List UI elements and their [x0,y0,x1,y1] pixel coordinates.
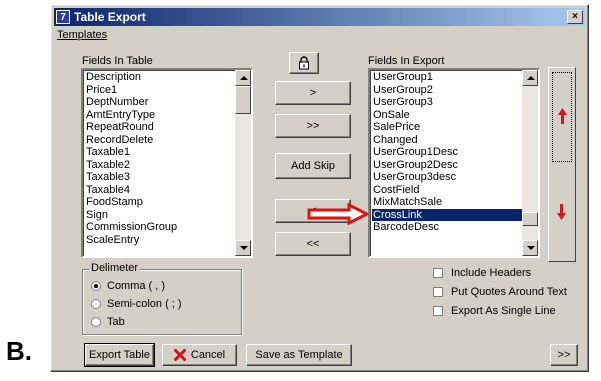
export-list-scrollbar[interactable] [522,70,538,256]
export-table-button[interactable]: Export Table [84,343,155,367]
list-item[interactable]: Taxable2 [85,159,251,172]
list-item[interactable]: CostField [372,184,538,197]
list-item[interactable]: BarcodeDesc [372,221,538,234]
cancel-label: Cancel [190,349,226,361]
checkbox[interactable] [433,287,443,297]
list-item[interactable]: MixMatchSale [372,196,538,209]
list-item[interactable]: ScaleEntry [85,234,251,247]
list-item[interactable]: RepeatRound [85,121,251,134]
list-item[interactable]: UserGroup1 [372,71,538,84]
radio-button[interactable] [91,317,101,327]
annotation-arrow-icon [307,203,369,225]
table-list-scrollbar[interactable] [235,70,251,256]
list-item[interactable]: Sign [85,209,251,222]
app-icon: 7 [56,10,70,24]
move-down-button[interactable] [552,168,572,256]
list-item[interactable]: UserGroup3 [372,96,538,109]
list-item[interactable]: FoodStamp [85,196,251,209]
add-all-fields-button[interactable]: >> [275,114,351,138]
more-options-button[interactable]: >> [550,344,578,366]
list-item[interactable]: DeptNumber [85,96,251,109]
fields-in-export-list[interactable]: UserGroup1 UserGroup2 UserGroup3 OnSale Sale… [368,68,540,258]
radio-tab[interactable]: Tab [91,316,125,328]
cancel-button[interactable]: Cancel [162,344,237,366]
add-skip-button[interactable]: Add Skip [275,153,351,179]
single-line-checkbox[interactable]: Export As Single Line [433,305,556,317]
radio-button[interactable] [91,281,101,291]
list-item[interactable]: Description [85,71,251,84]
list-item[interactable]: Taxable4 [85,184,251,197]
scroll-down-button[interactable] [235,240,251,256]
list-item[interactable]: CrossLink [372,208,538,221]
title-bar[interactable]: 7 Table Export × [54,8,585,26]
put-quotes-checkbox[interactable]: Put Quotes Around Text [433,286,567,298]
list-item[interactable]: UserGroup2Desc [372,159,538,172]
radio-comma[interactable]: Comma ( , ) [91,280,165,292]
table-export-dialog: 7 Table Export × Templates Fields In Tab… [50,4,589,372]
figure-letter: B. [6,336,32,366]
checkbox[interactable] [433,306,443,316]
list-item[interactable]: SalePrice [372,121,538,134]
radio-semicolon[interactable]: Semi-colon ( ; ) [91,298,182,310]
add-field-button[interactable]: > [275,81,351,105]
list-item[interactable]: Taxable3 [85,171,251,184]
fields-in-export-label: Fields In Export [368,55,445,67]
radio-label: Comma ( , ) [107,280,166,292]
checkbox-label: Include Headers [451,267,532,279]
scroll-up-button[interactable] [522,70,538,86]
list-item[interactable]: AmtEntryType [85,109,251,122]
fields-in-table-label: Fields In Table [82,55,153,67]
checkbox-label: Export As Single Line [451,305,556,317]
list-item[interactable]: CommissionGroup [85,221,251,234]
include-headers-checkbox[interactable]: Include Headers [433,267,531,279]
window-title: Table Export [74,10,146,24]
list-item[interactable]: RecordDelete [85,134,251,147]
delimiter-group: Delimeter Comma ( , ) Semi-colon ( ; ) T… [82,262,242,335]
list-item[interactable]: UserGroup2 [372,84,538,97]
move-up-button[interactable] [552,72,572,162]
list-item[interactable]: OnSale [372,109,538,122]
field-order-panel [548,67,576,262]
close-button[interactable]: × [567,10,583,24]
scroll-thumb[interactable] [522,212,538,226]
lock-button[interactable] [289,52,319,74]
checkbox-label: Put Quotes Around Text [451,286,567,298]
list-item[interactable]: Changed [372,134,538,147]
radio-button[interactable] [91,299,101,309]
lock-icon [299,56,309,70]
list-item[interactable]: Price1 [85,84,251,97]
radio-label: Semi-colon ( ; ) [107,298,182,310]
list-item[interactable]: Taxable1 [85,146,251,159]
delimiter-group-title: Delimeter [89,262,141,274]
fields-in-table-list[interactable]: Description Price1 DeptNumber AmtEntryType R… [81,68,253,258]
save-as-template-button[interactable]: Save as Template [246,344,352,366]
scroll-up-button[interactable] [235,70,251,86]
move-down-arrow-icon [557,204,566,220]
radio-label: Tab [107,316,125,328]
remove-all-fields-button[interactable]: << [275,232,351,256]
cancel-x-icon [173,349,186,361]
move-up-arrow-icon [558,108,567,124]
checkbox[interactable] [433,268,443,278]
menu-templates[interactable]: Templates [57,29,107,41]
list-item[interactable]: UserGroup3desc [372,171,538,184]
scroll-thumb[interactable] [235,86,251,114]
list-item[interactable]: UserGroup1Desc [372,146,538,159]
scroll-down-button[interactable] [522,240,538,256]
menu-bar: Templates [57,29,107,41]
